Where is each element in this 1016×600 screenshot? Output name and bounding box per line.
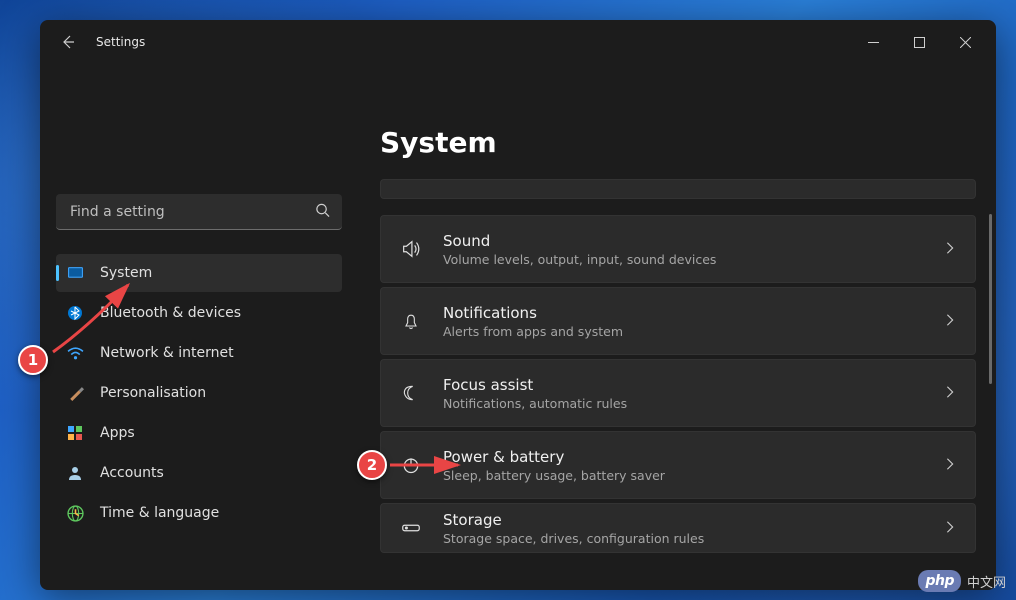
maximize-icon: [914, 37, 925, 48]
setting-item-sound[interactable]: Sound Volume levels, output, input, soun…: [380, 215, 976, 283]
sound-icon: [399, 237, 423, 261]
main-panel: System Sound Volume levels, output, inpu…: [350, 64, 996, 590]
storage-icon: [399, 516, 423, 540]
title-bar: Settings: [40, 20, 996, 64]
annotation-badge: 1: [18, 345, 48, 375]
back-button[interactable]: [48, 22, 88, 62]
apps-icon: [66, 424, 84, 442]
setting-title: Storage: [443, 511, 923, 529]
maximize-button[interactable]: [896, 26, 942, 58]
chevron-right-icon: [943, 384, 957, 403]
annotation-arrow-2: [388, 453, 468, 477]
app-title: Settings: [96, 35, 145, 49]
watermark-text: 中文网: [967, 572, 1006, 591]
moon-icon: [399, 381, 423, 405]
sidebar-item-accounts[interactable]: Accounts: [56, 454, 342, 492]
minimize-button[interactable]: [850, 26, 896, 58]
setting-item-notifications[interactable]: Notifications Alerts from apps and syste…: [380, 287, 976, 355]
page-title: System: [380, 126, 976, 159]
setting-title: Notifications: [443, 304, 923, 322]
setting-item-storage[interactable]: Storage Storage space, drives, configura…: [380, 503, 976, 553]
chevron-right-icon: [943, 240, 957, 259]
setting-item-power[interactable]: Power & battery Sleep, battery usage, ba…: [380, 431, 976, 499]
setting-text: Focus assist Notifications, automatic ru…: [443, 376, 923, 411]
setting-desc: Storage space, drives, configuration rul…: [443, 531, 923, 546]
php-logo: php: [918, 570, 961, 592]
chevron-right-icon: [943, 519, 957, 538]
watermark: php 中文网: [918, 570, 1006, 592]
setting-item-focus[interactable]: Focus assist Notifications, automatic ru…: [380, 359, 976, 427]
annotation-marker-2: 2: [357, 450, 387, 480]
setting-item-partial[interactable]: [380, 179, 976, 199]
setting-text: Storage Storage space, drives, configura…: [443, 511, 923, 546]
sidebar-item-personalisation[interactable]: Personalisation: [56, 374, 342, 412]
bell-icon: [399, 309, 423, 333]
main-scrollbar[interactable]: [989, 214, 992, 384]
chevron-right-icon: [943, 456, 957, 475]
setting-text: Power & battery Sleep, battery usage, ba…: [443, 448, 923, 483]
window-controls: [850, 26, 988, 58]
search-input[interactable]: [56, 194, 342, 230]
sidebar-item-apps[interactable]: Apps: [56, 414, 342, 452]
close-button[interactable]: [942, 26, 988, 58]
globe-icon: [66, 504, 84, 522]
chevron-right-icon: [943, 312, 957, 331]
setting-title: Focus assist: [443, 376, 923, 394]
close-icon: [960, 37, 971, 48]
sidebar-item-label: Time & language: [100, 505, 219, 521]
search-wrapper: [56, 194, 342, 230]
settings-window: Settings: [40, 20, 996, 590]
setting-title: Power & battery: [443, 448, 923, 466]
sidebar-item-label: Apps: [100, 425, 135, 441]
annotation-badge: 2: [357, 450, 387, 480]
setting-title: Sound: [443, 232, 923, 250]
annotation-arrow-1: [48, 277, 138, 357]
sidebar-item-label: Accounts: [100, 465, 164, 481]
sidebar-item-label: Personalisation: [100, 385, 206, 401]
sidebar-item-time[interactable]: Time & language: [56, 494, 342, 532]
brush-icon: [66, 384, 84, 402]
setting-desc: Sleep, battery usage, battery saver: [443, 468, 923, 483]
setting-desc: Alerts from apps and system: [443, 324, 923, 339]
person-icon: [66, 464, 84, 482]
minimize-icon: [868, 37, 879, 48]
setting-text: Notifications Alerts from apps and syste…: [443, 304, 923, 339]
search-icon: [315, 203, 330, 222]
arrow-left-icon: [60, 34, 76, 50]
setting-desc: Notifications, automatic rules: [443, 396, 923, 411]
content-area: System Bluetooth & devices Network & int…: [40, 64, 996, 590]
annotation-marker-1: 1: [18, 345, 48, 375]
setting-desc: Volume levels, output, input, sound devi…: [443, 252, 923, 267]
settings-list: Sound Volume levels, output, input, soun…: [380, 179, 976, 553]
setting-text: Sound Volume levels, output, input, soun…: [443, 232, 923, 267]
